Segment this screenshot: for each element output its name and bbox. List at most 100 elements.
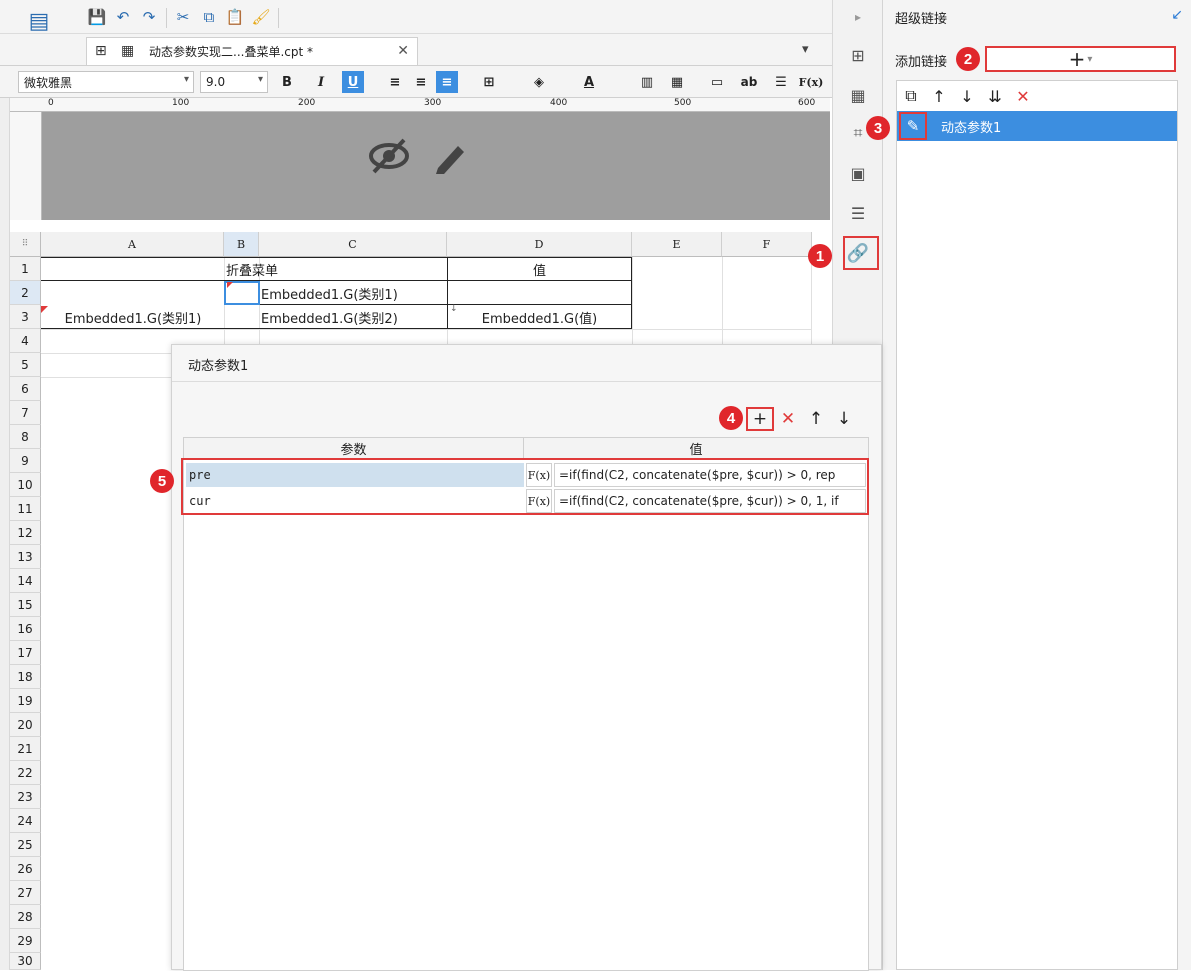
split-cells-icon[interactable]: ▦ — [666, 71, 688, 93]
border-icon[interactable]: ⊞ — [478, 71, 500, 93]
save-icon[interactable]: 💾 — [86, 6, 108, 28]
list-icon[interactable]: ☰ — [770, 71, 792, 93]
cell-attributes-icon[interactable]: ⊞ — [845, 42, 871, 68]
paste-icon[interactable]: 📋 — [224, 6, 246, 28]
italic-button[interactable]: I — [310, 71, 332, 93]
tab-menu-icon[interactable]: ▾ — [802, 42, 809, 57]
row-header[interactable]: 22 — [10, 761, 41, 785]
bold-button[interactable]: B — [276, 71, 298, 93]
copy-icon[interactable]: ⧉ — [897, 83, 925, 109]
layers-icon[interactable]: ☰ — [845, 200, 871, 226]
cut-icon[interactable]: ✂ — [172, 6, 194, 28]
delete-icon[interactable]: ✕ — [1009, 83, 1037, 109]
toolbar-divider — [278, 8, 279, 28]
redo-icon[interactable]: ↷ — [138, 6, 160, 28]
column-header-e[interactable]: E — [632, 232, 722, 257]
align-right-icon[interactable]: ≡ — [436, 71, 458, 93]
add-param-button[interactable]: + — [746, 407, 774, 431]
column-header-a[interactable]: A — [41, 232, 224, 257]
hyperlink-icon[interactable]: 🔗 — [845, 240, 871, 266]
add-link-button[interactable]: + ▾ — [985, 46, 1176, 72]
row-header[interactable]: 1 — [10, 257, 41, 281]
row-header[interactable]: 18 — [10, 665, 41, 689]
copy-icon[interactable]: ⧉ — [198, 6, 220, 28]
close-icon[interactable]: ✕ — [397, 43, 409, 59]
hide-eye-icon[interactable] — [368, 136, 410, 185]
row-header[interactable]: 2 — [10, 281, 41, 305]
row-header[interactable]: 4 — [10, 329, 41, 353]
link-list: ⧉ ↑ ↓ ⇊ ✕ ✎ 动态参数1 — [896, 80, 1178, 970]
table-border — [41, 328, 632, 329]
row-header[interactable]: 8 — [10, 425, 41, 449]
cell-info-icon[interactable]: ▦ — [845, 82, 871, 108]
row-header[interactable]: 6 — [10, 377, 41, 401]
text-ab-icon[interactable]: ab — [738, 71, 760, 93]
row-header[interactable]: 13 — [10, 545, 41, 569]
row-header[interactable]: 29 — [10, 929, 41, 953]
row-header[interactable]: 3 — [10, 305, 41, 329]
move-down-icon[interactable]: ↓ — [953, 83, 981, 109]
underline-button[interactable]: U — [342, 71, 364, 93]
cell-c2[interactable]: Embedded1.G(类别1) — [261, 282, 446, 304]
row-header[interactable]: 28 — [10, 905, 41, 929]
cell-d1[interactable]: 值 — [448, 258, 631, 280]
row-header[interactable]: 17 — [10, 641, 41, 665]
column-header-d[interactable]: D — [447, 232, 632, 257]
text-field-icon[interactable]: ▭ — [706, 71, 728, 93]
row-header[interactable]: 12 — [10, 521, 41, 545]
row-header[interactable]: 16 — [10, 617, 41, 641]
row-header[interactable]: 26 — [10, 857, 41, 881]
column-header-b[interactable]: B — [224, 232, 259, 257]
delete-icon[interactable]: ✕ — [774, 407, 802, 431]
undo-icon[interactable]: ↶ — [112, 6, 134, 28]
edit-pencil-icon[interactable]: ✎ — [899, 112, 927, 140]
font-color-icon[interactable]: A — [578, 71, 600, 93]
cell-c3[interactable]: Embedded1.G(类别2) — [261, 306, 446, 328]
row-header[interactable]: 19 — [10, 689, 41, 713]
formula-icon[interactable]: F(x) — [799, 71, 824, 93]
row-header[interactable]: 14 — [10, 569, 41, 593]
edit-pencil-icon[interactable] — [432, 138, 468, 179]
widget-icon[interactable]: ▣ — [845, 160, 871, 186]
font-family-select[interactable]: 微软雅黑 ▾ — [18, 71, 194, 93]
row-header[interactable]: 11 — [10, 497, 41, 521]
row-header[interactable]: 21 — [10, 737, 41, 761]
panel-collapse-icon[interactable]: ↙ — [1171, 7, 1183, 23]
cell-a3[interactable]: Embedded1.G(类别1) — [42, 306, 224, 328]
row-header[interactable]: 15 — [10, 593, 41, 617]
row-header[interactable]: 24 — [10, 809, 41, 833]
horizontal-ruler: 0 100 200 300 400 500 600 — [10, 98, 830, 112]
select-all-corner[interactable]: ⠿ — [10, 232, 41, 257]
panel-title: 超级链接 — [895, 12, 948, 27]
row-header[interactable]: 30 — [10, 953, 41, 970]
column-header-c[interactable]: C — [259, 232, 447, 257]
report-header-area — [42, 112, 830, 220]
file-tab[interactable]: ⊞ ▦ 动态参数实现二...叠菜单.cpt * ✕ — [86, 37, 418, 65]
row-header[interactable]: 27 — [10, 881, 41, 905]
row-header[interactable]: 9 — [10, 449, 41, 473]
align-center-icon[interactable]: ≡ — [410, 71, 432, 93]
cell-marker — [227, 282, 233, 288]
link-item[interactable]: ✎ 动态参数1 — [897, 111, 1177, 141]
cell-b1[interactable]: 折叠菜单 — [226, 258, 446, 280]
row-header[interactable]: 20 — [10, 713, 41, 737]
row-header[interactable]: 23 — [10, 785, 41, 809]
cell-d3[interactable]: Embedded1.G(值) — [448, 306, 631, 328]
row-header[interactable]: 7 — [10, 401, 41, 425]
row-header[interactable]: 10 — [10, 473, 41, 497]
sort-icon[interactable]: ⇊ — [981, 83, 1009, 109]
template-icon[interactable]: ▤ — [24, 6, 54, 36]
step-badge: 3 — [866, 116, 890, 140]
collapse-right-icon[interactable]: ▸ — [845, 4, 871, 30]
row-header[interactable]: 5 — [10, 353, 41, 377]
font-size-select[interactable]: 9.0 ▾ — [200, 71, 268, 93]
move-up-icon[interactable]: ↑ — [802, 407, 830, 431]
move-up-icon[interactable]: ↑ — [925, 83, 953, 109]
align-left-icon[interactable]: ≡ — [384, 71, 406, 93]
row-header[interactable]: 25 — [10, 833, 41, 857]
column-header-f[interactable]: F — [722, 232, 812, 257]
merge-cells-icon[interactable]: ▥ — [636, 71, 658, 93]
move-down-icon[interactable]: ↓ — [830, 407, 858, 431]
format-painter-icon[interactable]: 🖌 — [250, 6, 272, 28]
fill-color-icon[interactable]: ◈ — [528, 71, 550, 93]
